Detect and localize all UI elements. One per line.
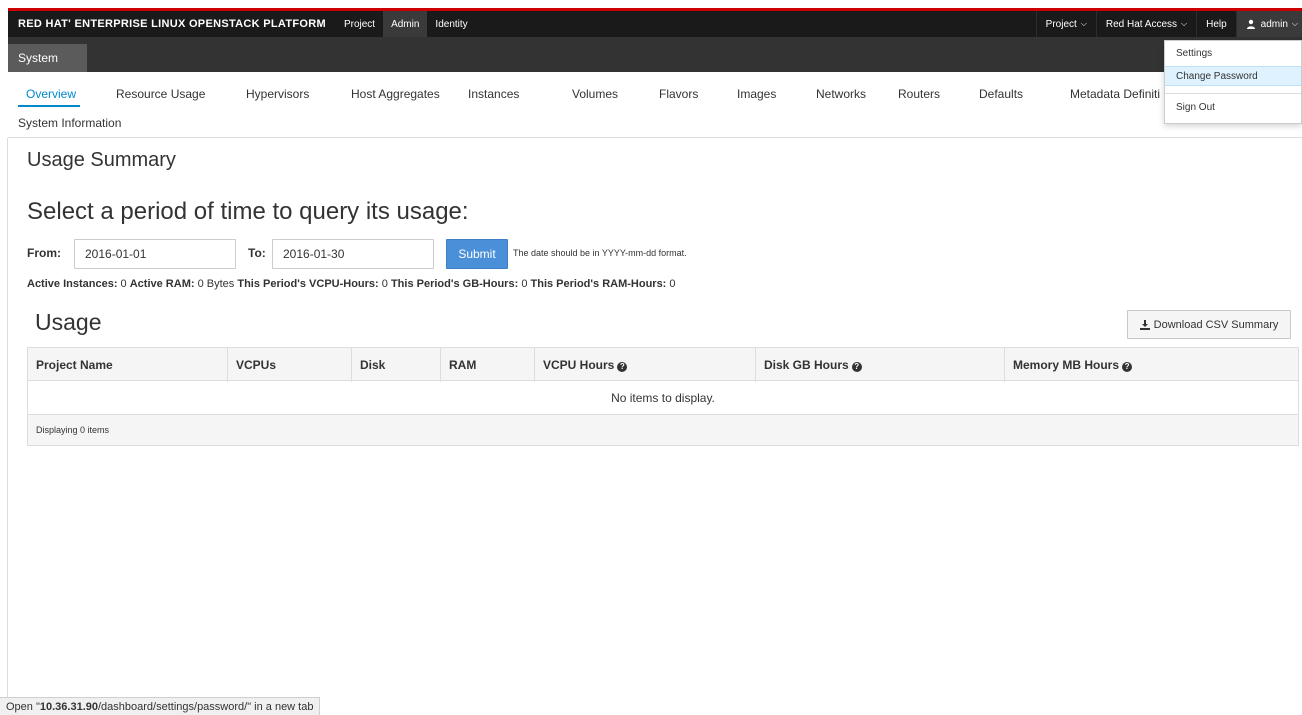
nav-admin[interactable]: Admin xyxy=(383,11,428,37)
column-divider xyxy=(351,348,352,382)
user-name: admin xyxy=(1260,18,1288,30)
from-date-input[interactable] xyxy=(74,239,236,269)
tab-system-information[interactable]: System Information xyxy=(18,116,121,130)
to-label: To: xyxy=(248,246,266,260)
admin-tabs: Overview Resource Usage Hypervisors Host… xyxy=(8,72,1302,138)
stat-label-active-instances: Active Instances: xyxy=(27,278,118,290)
query-heading: Select a period of time to query its usa… xyxy=(27,198,469,225)
stat-active-instances: 0 xyxy=(120,278,127,290)
column-ram[interactable]: RAM xyxy=(449,358,476,372)
download-icon xyxy=(1139,319,1150,330)
column-divider xyxy=(1004,348,1005,382)
active-tab-indicator xyxy=(18,105,80,107)
column-divider xyxy=(440,348,441,382)
chevron-down-icon: ⌵ xyxy=(1080,19,1087,28)
tab-metadata-definitions[interactable]: Metadata Definiti xyxy=(1070,87,1160,101)
stat-label-active-ram: Active RAM: xyxy=(129,278,195,290)
tab-instances[interactable]: Instances xyxy=(468,87,519,101)
page-title: Usage Summary xyxy=(27,149,176,171)
tab-flavors[interactable]: Flavors xyxy=(659,87,698,101)
stat-vcpu-hours: 0 xyxy=(381,278,388,290)
column-divider xyxy=(227,348,228,382)
panel-group-system[interactable]: System xyxy=(8,44,87,72)
project-dropdown-label: Project xyxy=(1045,18,1077,30)
tab-volumes[interactable]: Volumes xyxy=(572,87,618,101)
date-format-hint: The date should be in YYYY-mm-dd format. xyxy=(513,248,687,258)
stat-label-ram-hours: This Period's RAM-Hours: xyxy=(530,278,667,290)
menu-item-sign-out[interactable]: Sign Out xyxy=(1165,97,1301,117)
status-path: /dashboard/settings/password/" in a new … xyxy=(98,700,314,713)
stat-ram-hours: 0 xyxy=(669,278,676,290)
column-divider xyxy=(755,348,756,382)
download-csv-label: Download CSV Summary xyxy=(1153,318,1279,331)
stat-label-gb-hours: This Period's GB-Hours: xyxy=(390,278,519,290)
usage-heading: Usage xyxy=(35,309,102,335)
menu-divider xyxy=(1165,93,1301,94)
column-disk-gb-hours[interactable]: Disk GB Hours? xyxy=(764,358,862,372)
question-circle-icon[interactable]: ? xyxy=(851,362,862,372)
to-date-input[interactable] xyxy=(272,239,434,269)
nav-project[interactable]: Project xyxy=(336,11,383,37)
menu-item-change-password[interactable]: Change Password xyxy=(1165,66,1301,86)
user-dropdown[interactable]: admin ⌵ xyxy=(1235,11,1302,37)
top-nav: Project Admin Identity xyxy=(336,11,476,37)
project-dropdown[interactable]: Project ⌵ xyxy=(1035,11,1096,37)
column-vcpu-hours[interactable]: VCPU Hours? xyxy=(543,358,628,372)
tab-overview[interactable]: Overview xyxy=(26,87,76,101)
stat-label-vcpu-hours: This Period's VCPU-Hours: xyxy=(237,278,379,290)
submit-button[interactable]: Submit xyxy=(446,239,508,269)
usage-stats: Active Instances: 0 Active RAM: 0 Bytes … xyxy=(27,278,676,290)
stat-gb-hours: 0 xyxy=(521,278,528,290)
top-navbar: RED HAT' ENTERPRISE LINUX OPENSTACK PLAT… xyxy=(8,11,1302,37)
status-prefix: Open " xyxy=(6,700,40,713)
column-memory-mb-hours[interactable]: Memory MB Hours? xyxy=(1013,358,1133,372)
tab-defaults[interactable]: Defaults xyxy=(979,87,1023,101)
tab-networks[interactable]: Networks xyxy=(816,87,866,101)
column-divider xyxy=(534,348,535,382)
menu-item-settings[interactable]: Settings xyxy=(1165,43,1301,63)
chevron-down-icon: ⌵ xyxy=(1291,19,1298,28)
tab-host-aggregates[interactable]: Host Aggregates xyxy=(351,87,440,101)
redhat-access-label: Red Hat Access xyxy=(1105,18,1178,30)
column-disk-gb-hours-label: Disk GB Hours xyxy=(764,358,849,372)
tab-routers[interactable]: Routers xyxy=(898,87,940,101)
status-host: 10.36.31.90 xyxy=(39,700,98,713)
column-vcpu-hours-label: VCPU Hours xyxy=(543,358,615,372)
brand-logo[interactable]: RED HAT' ENTERPRISE LINUX OPENSTACK PLAT… xyxy=(8,18,336,30)
table-header: Project Name VCPUs Disk RAM VCPU Hours? … xyxy=(27,347,1299,382)
user-icon xyxy=(1246,19,1255,29)
column-project-name[interactable]: Project Name xyxy=(36,358,113,372)
tab-images[interactable]: Images xyxy=(737,87,776,101)
user-dropdown-menu: Settings Change Password Sign Out xyxy=(1164,40,1302,124)
left-edge-divider xyxy=(7,138,8,698)
column-vcpus[interactable]: VCPUs xyxy=(236,358,276,372)
tab-resource-usage[interactable]: Resource Usage xyxy=(116,87,205,101)
dashboard-subbar: System xyxy=(8,37,1302,72)
usage-table: Project Name VCPUs Disk RAM VCPU Hours? … xyxy=(27,347,1299,446)
column-memory-mb-hours-label: Memory MB Hours xyxy=(1013,358,1120,372)
download-csv-button[interactable]: Download CSV Summary xyxy=(1127,310,1291,339)
question-circle-icon[interactable]: ? xyxy=(1122,362,1133,372)
empty-table-message: No items to display. xyxy=(27,381,1299,415)
tab-hypervisors[interactable]: Hypervisors xyxy=(246,87,309,101)
top-right-menu: Project ⌵ Red Hat Access ⌵ Help admin ⌵ xyxy=(1035,11,1302,37)
chevron-down-icon: ⌵ xyxy=(1181,19,1188,28)
table-footer: Displaying 0 items xyxy=(27,415,1299,446)
column-disk[interactable]: Disk xyxy=(360,358,385,372)
browser-status-bar: Open " 10.36.31.90/dashboard/settings/pas… xyxy=(0,697,321,715)
redhat-access-dropdown[interactable]: Red Hat Access ⌵ xyxy=(1095,11,1196,37)
nav-identity[interactable]: Identity xyxy=(427,11,475,37)
question-circle-icon[interactable]: ? xyxy=(617,362,628,372)
stat-active-ram: 0 Bytes xyxy=(197,278,235,290)
help-link[interactable]: Help xyxy=(1196,11,1236,37)
from-label: From: xyxy=(27,246,61,260)
